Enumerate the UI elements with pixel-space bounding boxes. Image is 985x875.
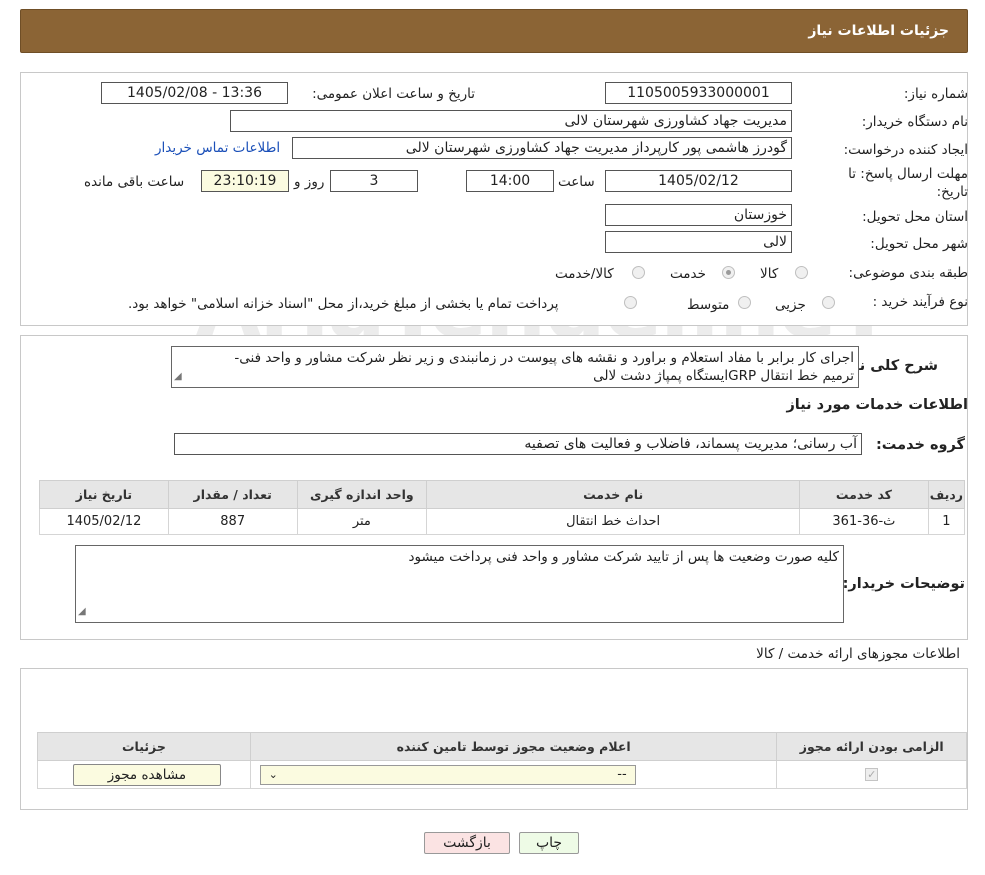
requester-field: گودرز هاشمی پور کارپرداز مدیریت جهاد کشا… [292,137,792,159]
requester-label: ایجاد کننده درخواست: [843,142,968,158]
page-header: جزئیات اطلاعات نیاز [20,9,968,53]
buyer-org-label: نام دستگاه خریدار: [861,114,968,130]
services-table: ردیف کد خدمت نام خدمت واحد اندازه گیری ت… [39,480,966,535]
service-group-label: گروه خدمت: [875,437,965,453]
print-button[interactable]: چاپ [519,832,579,854]
services-section-title: اطلاعات خدمات مورد نیاز [786,397,968,413]
description-line-1: اجرای کار برابر با مفاد استعلام و براورد… [234,350,854,366]
description-textarea[interactable]: اجرای کار برابر با مفاد استعلام و براورد… [171,346,859,388]
view-permit-button[interactable]: مشاهده مجوز [72,763,221,786]
purchase-radio-medium[interactable] [738,296,751,309]
announce-field: 1405/02/08 - 13:36 [101,82,288,104]
remaining-time-field: 23:10:19 [201,170,289,192]
table-row: ✓ ⌄ -- مشاهده مجوز [37,760,967,789]
category-goods-label: کالا [760,266,779,282]
resize-grip-icon[interactable]: ◢ [78,603,86,621]
buyer-org-field: مدیریت جهاد کشاورزی شهرستان لالی [230,110,792,132]
col-permit-required: الزامی بودن ارائه مجوز [776,732,967,761]
time-label: ساعت [558,174,595,190]
city-field: لالی [605,231,792,253]
col-row-number: ردیف [927,480,966,509]
province-field: خوزستان [605,204,792,226]
col-service-name: نام خدمت [426,480,801,509]
deadline-label-date: تاریخ: [936,184,968,200]
deadline-label: مهلت ارسال پاسخ: تا [848,166,968,182]
purchase-type-label: نوع فرآیند خرید : [872,294,968,310]
announce-label: تاریخ و ساعت اعلان عمومی: [312,86,475,102]
purchase-minor-label: جزیی [775,297,806,313]
buyer-notes-text: کلیه صورت وضعیت ها پس از تایید شرکت مشاو… [408,549,839,565]
chevron-down-icon: ⌄ [268,768,278,781]
days-label: روز و [294,174,325,190]
category-radio-service[interactable] [722,266,735,279]
cell-service-name: احداث خط انتقال [426,508,801,535]
category-radio-goods[interactable] [795,266,808,279]
back-button[interactable]: بازگشت [424,832,510,854]
service-group-field: آب رسانی؛ مدیریت پسماند، فاضلاب و فعالیت… [174,433,862,455]
cell-unit: متر [296,508,428,535]
col-need-date: تاریخ نیاز [39,480,169,509]
city-label: شهر محل تحویل: [870,236,968,252]
days-field: 3 [330,170,418,192]
category-label: طبقه بندی موضوعی: [848,265,968,281]
permits-section-title: اطلاعات مجوزهای ارائه خدمت / کالا [756,646,960,662]
category-service-label: خدمت [670,266,706,282]
cell-quantity: 887 [167,508,298,535]
cell-permit-required: ✓ [776,760,967,789]
col-service-code: کد خدمت [799,480,929,509]
province-label: استان محل تحویل: [862,209,968,225]
deadline-date-field: 1405/02/12 [605,170,792,192]
cell-service-code: ث-36-361 [799,508,929,535]
cell-need-date: 1405/02/12 [39,508,169,535]
permit-status-select[interactable]: ⌄ -- [259,764,636,785]
buyer-notes-textarea[interactable]: کلیه صورت وضعیت ها پس از تایید شرکت مشاو… [75,545,844,623]
remaining-label: ساعت باقی مانده [84,174,185,190]
permits-table-header: الزامی بودن ارائه مجوز اعلام وضعیت مجوز … [37,732,967,761]
cell-permit-details: مشاهده مجوز [37,760,251,789]
purchase-medium-label: متوسط [687,297,730,313]
purchase-radio-treasury[interactable] [624,296,637,309]
description-line-2: ترمیم خط انتقال GRPایستگاه پمپاژ دشت لال… [593,368,854,384]
need-number-field: 1105005933000001 [605,82,792,104]
buyer-contact-link[interactable]: اطلاعات تماس خریدار [155,140,280,156]
page-title: جزئیات اطلاعات نیاز [808,23,949,39]
cell-permit-status: ⌄ -- [249,760,778,789]
category-both-label: کالا/خدمت [555,266,614,282]
col-permit-details: جزئیات [37,732,251,761]
need-number-label: شماره نیاز: [903,86,968,102]
services-table-header: ردیف کد خدمت نام خدمت واحد اندازه گیری ت… [39,480,966,509]
buyer-notes-label: توضیحات خریدار: [842,576,965,592]
permit-required-checkbox[interactable]: ✓ [865,768,879,781]
deadline-time-field: 14:00 [466,170,554,192]
col-unit: واحد اندازه گیری [296,480,428,509]
category-radio-both[interactable] [632,266,645,279]
cell-row-number: 1 [927,508,966,535]
col-permit-status: اعلام وضعیت مجوز توسط تامین کننده [249,732,778,761]
permit-status-value: -- [617,767,627,782]
permits-table: الزامی بودن ارائه مجوز اعلام وضعیت مجوز … [37,732,967,789]
purchase-radio-minor[interactable] [822,296,835,309]
table-row: 1 ث-36-361 احداث خط انتقال متر 887 1405/… [39,508,966,535]
resize-grip-icon[interactable]: ◢ [174,368,182,386]
purchase-note: پرداخت تمام یا بخشی از مبلغ خرید،از محل … [128,296,559,312]
col-quantity: تعداد / مقدار [167,480,298,509]
